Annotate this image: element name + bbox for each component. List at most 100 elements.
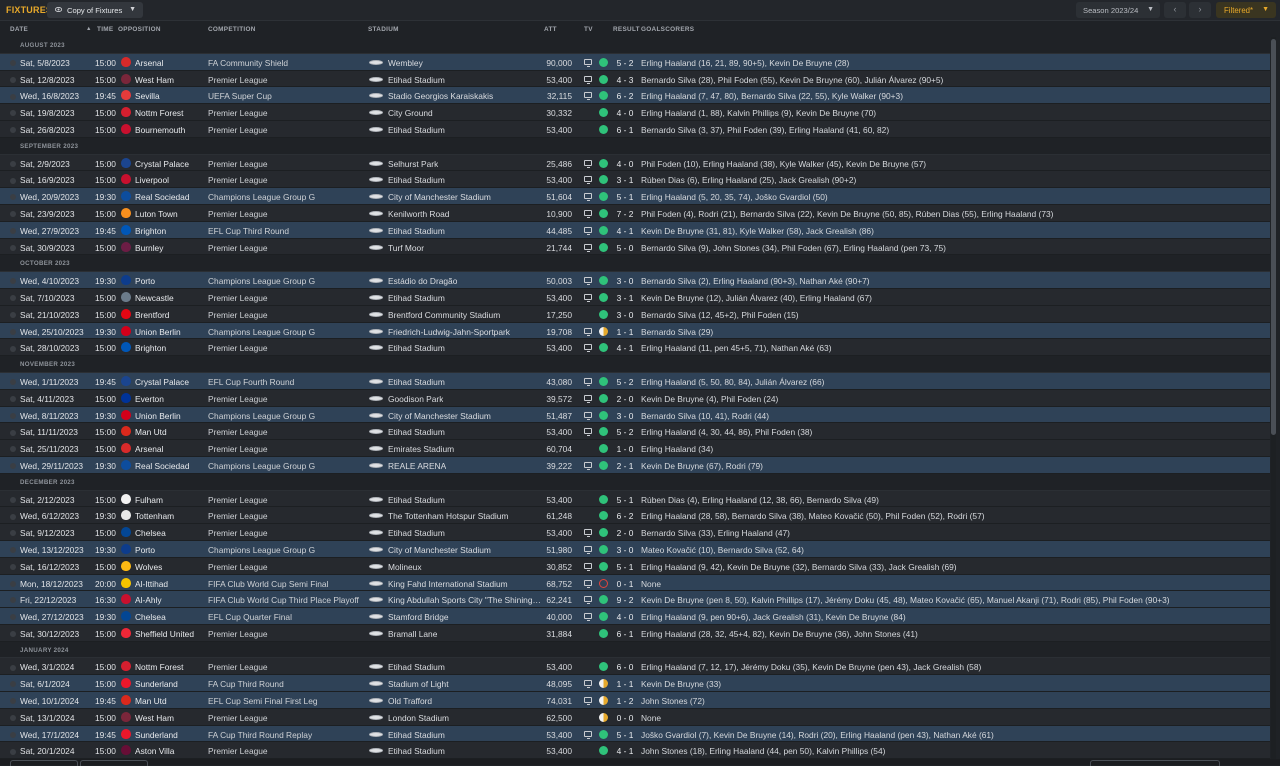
- row-selector-dot[interactable]: [10, 563, 16, 570]
- opposition-link[interactable]: Porto: [135, 276, 155, 286]
- row-selector-dot[interactable]: [10, 597, 16, 604]
- competition-link[interactable]: EFL Cup Semi Final First Leg: [208, 696, 318, 706]
- opposition-link[interactable]: Burnley: [135, 243, 163, 253]
- fixture-row[interactable]: Sat, 13/1/2024 15:00 West Ham Premier Leagu…: [0, 708, 1270, 726]
- opposition-link[interactable]: Arsenal: [135, 444, 163, 454]
- row-selector-dot[interactable]: [10, 446, 16, 453]
- competition-link[interactable]: Premier League: [208, 444, 268, 454]
- row-selector-dot[interactable]: [10, 244, 16, 251]
- match-score[interactable]: 4 - 3: [614, 75, 636, 85]
- fixture-row[interactable]: Wed, 29/11/2023 19:30 Real Sociedad Champio…: [0, 456, 1270, 474]
- fixture-row[interactable]: Wed, 4/10/2023 19:30 Porto Champions League…: [0, 272, 1270, 289]
- opposition-link[interactable]: Tottenham: [135, 511, 174, 521]
- competition-link[interactable]: Champions League Group G: [208, 327, 315, 337]
- competition-link[interactable]: Champions League Group G: [208, 545, 315, 555]
- opposition-link[interactable]: Union Berlin: [135, 327, 181, 337]
- fixture-row[interactable]: Wed, 1/11/2023 19:45 Crystal Palace EFL Cup…: [0, 372, 1270, 390]
- opposition-link[interactable]: Everton: [135, 394, 164, 404]
- competition-link[interactable]: FA Community Shield: [208, 58, 288, 68]
- match-score[interactable]: 4 - 0: [614, 108, 636, 118]
- match-score[interactable]: 4 - 0: [614, 612, 636, 622]
- match-score[interactable]: 9 - 2: [614, 595, 636, 605]
- fixture-row[interactable]: Sat, 2/9/2023 15:00 Crystal Palace Premier …: [0, 154, 1270, 172]
- bottom-button-1[interactable]: [10, 760, 78, 766]
- opposition-link[interactable]: Sunderland: [135, 730, 178, 740]
- column-goalscorers[interactable]: GOALSCORERS: [641, 26, 694, 33]
- opposition-link[interactable]: Aston Villa: [135, 746, 174, 756]
- competition-link[interactable]: Premier League: [208, 662, 268, 672]
- fixture-row[interactable]: Wed, 10/1/2024 19:45 Man Utd EFL Cup Semi F…: [0, 692, 1270, 709]
- fixture-row[interactable]: Fri, 22/12/2023 16:30 Al-Ahly FIFA Club Wor…: [0, 591, 1270, 609]
- opposition-link[interactable]: Al-Ittihad: [135, 579, 168, 589]
- row-selector-dot[interactable]: [10, 715, 16, 722]
- competition-link[interactable]: Champions League Group G: [208, 461, 315, 471]
- match-score[interactable]: 0 - 1: [614, 579, 636, 589]
- column-time[interactable]: TIME: [97, 26, 113, 33]
- opposition-link[interactable]: Real Sociedad: [135, 461, 189, 471]
- opposition-link[interactable]: Fulham: [135, 495, 163, 505]
- fixture-row[interactable]: Wed, 25/10/2023 19:30 Union Berlin Champion…: [0, 322, 1270, 340]
- match-score[interactable]: 6 - 0: [614, 662, 636, 672]
- row-selector-dot[interactable]: [10, 127, 16, 134]
- match-score[interactable]: 3 - 1: [614, 293, 636, 303]
- fixture-row[interactable]: Sat, 2/12/2023 15:00 Fulham Premier League E…: [0, 490, 1270, 508]
- fixture-row[interactable]: Wed, 3/1/2024 15:00 Nottm Forest Premier Le…: [0, 658, 1270, 676]
- competition-link[interactable]: EFL Cup Quarter Final: [208, 612, 292, 622]
- row-selector-dot[interactable]: [10, 614, 16, 621]
- column-stadium[interactable]: STADIUM: [368, 26, 399, 33]
- opposition-link[interactable]: West Ham: [135, 75, 174, 85]
- opposition-link[interactable]: Sevilla: [135, 91, 160, 101]
- match-score[interactable]: 4 - 0: [614, 159, 636, 169]
- fixture-row[interactable]: Sat, 11/11/2023 15:00 Man Utd Premier Leagu…: [0, 423, 1270, 441]
- column-competition[interactable]: COMPETITION: [208, 26, 256, 33]
- opposition-link[interactable]: Al-Ahly: [135, 595, 162, 605]
- match-score[interactable]: 5 - 2: [614, 377, 636, 387]
- season-selector-button[interactable]: Season 2023/24 ▼: [1076, 2, 1160, 18]
- match-score[interactable]: 5 - 2: [614, 427, 636, 437]
- row-selector-dot[interactable]: [10, 748, 16, 755]
- opposition-link[interactable]: Sunderland: [135, 679, 178, 689]
- row-selector-dot[interactable]: [10, 429, 16, 436]
- column-opposition[interactable]: OPPOSITION: [118, 26, 161, 33]
- bottom-button-2[interactable]: [80, 760, 148, 766]
- match-score[interactable]: 3 - 1: [614, 175, 636, 185]
- row-selector-dot[interactable]: [10, 379, 16, 386]
- row-selector-dot[interactable]: [10, 211, 16, 218]
- match-score[interactable]: 3 - 0: [614, 310, 636, 320]
- match-score[interactable]: 1 - 2: [614, 696, 636, 706]
- match-score[interactable]: 3 - 0: [614, 411, 636, 421]
- competition-link[interactable]: Premier League: [208, 511, 268, 521]
- competition-link[interactable]: Premier League: [208, 209, 268, 219]
- match-score[interactable]: 6 - 2: [614, 91, 636, 101]
- opposition-link[interactable]: Porto: [135, 545, 155, 555]
- opposition-link[interactable]: West Ham: [135, 713, 174, 723]
- match-score[interactable]: 6 - 1: [614, 629, 636, 639]
- fixture-row[interactable]: Sat, 19/8/2023 15:00 Nottm Forest Premier L…: [0, 104, 1270, 121]
- column-attendance[interactable]: ATT: [544, 26, 557, 33]
- fixture-row[interactable]: Wed, 16/8/2023 19:45 Sevilla UEFA Super Cup…: [0, 87, 1270, 105]
- match-score[interactable]: 4 - 1: [614, 226, 636, 236]
- competition-link[interactable]: Premier League: [208, 394, 268, 404]
- competition-link[interactable]: Premier League: [208, 562, 268, 572]
- fixture-row[interactable]: Wed, 27/9/2023 19:45 Brighton EFL Cup Third…: [0, 221, 1270, 239]
- competition-link[interactable]: Premier League: [208, 495, 268, 505]
- row-selector-dot[interactable]: [10, 631, 16, 638]
- competition-link[interactable]: Premier League: [208, 75, 268, 85]
- competition-link[interactable]: Premier League: [208, 175, 268, 185]
- competition-link[interactable]: FIFA Club World Cup Semi Final: [208, 579, 328, 589]
- row-selector-dot[interactable]: [10, 93, 16, 100]
- fixture-row[interactable]: Sat, 23/9/2023 15:00 Luton Town Premier Lea…: [0, 204, 1270, 222]
- fixture-row[interactable]: Sat, 9/12/2023 15:00 Chelsea Premier League…: [0, 524, 1270, 541]
- match-score[interactable]: 7 - 2: [614, 209, 636, 219]
- fixture-row[interactable]: Sat, 16/12/2023 15:00 Wolves Premier League…: [0, 557, 1270, 575]
- competition-link[interactable]: FA Cup Third Round: [208, 679, 284, 689]
- competition-link[interactable]: Premier League: [208, 427, 268, 437]
- competition-link[interactable]: Premier League: [208, 159, 268, 169]
- opposition-link[interactable]: Chelsea: [135, 528, 166, 538]
- fixture-row[interactable]: Sat, 7/10/2023 15:00 Newcastle Premier Leag…: [0, 288, 1270, 306]
- competition-link[interactable]: FA Cup Third Round Replay: [208, 730, 312, 740]
- fixture-row[interactable]: Sat, 21/10/2023 15:00 Brentford Premier Lea…: [0, 305, 1270, 323]
- row-selector-dot[interactable]: [10, 59, 16, 66]
- competition-link[interactable]: Premier League: [208, 243, 268, 253]
- match-score[interactable]: 6 - 1: [614, 125, 636, 135]
